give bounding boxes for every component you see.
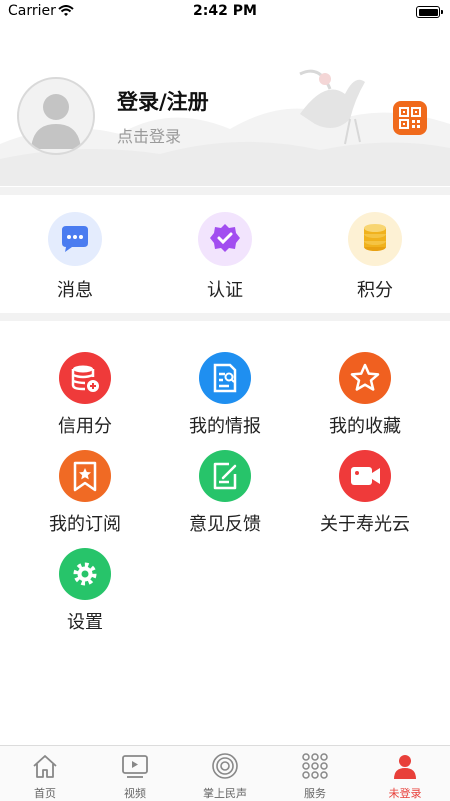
bookmark-star-icon [59, 450, 111, 502]
login-subtitle[interactable]: 点击登录 [117, 123, 181, 147]
video-camera-icon [339, 450, 391, 502]
video-play-icon [122, 755, 148, 778]
grid-item-label: 我的收藏 [329, 416, 401, 437]
grid-item-label: 设置 [67, 612, 103, 633]
user-placeholder-icon [31, 94, 81, 149]
quick-action-label: 认证 [207, 280, 243, 301]
status-time: 2:42 PM [193, 3, 257, 19]
login-title[interactable]: 登录/注册 [117, 86, 209, 116]
star-icon [339, 352, 391, 404]
profile-header[interactable]: 登录/注册 点击登录 [0, 24, 450, 186]
edit-note-icon [199, 450, 251, 502]
database-icon [59, 352, 111, 404]
tab-label: 首页 [34, 787, 56, 800]
tab-label: 视频 [124, 787, 146, 800]
avatar[interactable] [17, 77, 95, 155]
signal-eye-icon [212, 753, 238, 779]
battery-icon [416, 6, 443, 18]
tab-bar: 首页 视频 掌上民声 服务 未登录 [0, 745, 450, 801]
quick-action-verify[interactable]: 认证 [165, 212, 285, 302]
tab-home[interactable]: 首页 [0, 746, 90, 801]
home-icon [33, 755, 57, 778]
tab-label: 未登录 [388, 787, 422, 800]
coins-icon [348, 212, 402, 266]
grid-item-favorites[interactable]: 我的收藏 [295, 352, 435, 438]
tab-services[interactable]: 服务 [270, 746, 360, 801]
grid-item-my-intel[interactable]: 我的情报 [155, 352, 295, 438]
gear-icon [59, 548, 111, 600]
section-divider [0, 313, 450, 321]
grid-item-subscriptions[interactable]: 我的订阅 [15, 450, 155, 536]
grid-item-settings[interactable]: 设置 [15, 548, 155, 634]
grid-item-label: 我的情报 [189, 416, 261, 437]
tab-video[interactable]: 视频 [90, 746, 180, 801]
user-icon [394, 755, 416, 779]
chat-bubble-icon [48, 212, 102, 266]
qr-code-button[interactable] [393, 101, 427, 135]
quick-action-label: 积分 [357, 280, 393, 301]
qr-code-icon [399, 107, 421, 129]
tab-profile[interactable]: 未登录 [360, 746, 450, 801]
quick-action-label: 消息 [57, 280, 93, 301]
grid-item-feedback[interactable]: 意见反馈 [155, 450, 295, 536]
tab-label: 服务 [304, 787, 326, 800]
status-bar: Carrier 2:42 PM [0, 0, 450, 24]
document-search-icon [199, 352, 251, 404]
grid-item-label: 信用分 [58, 416, 112, 437]
grid-item-label: 关于寿光云 [320, 514, 410, 535]
grid-dots-icon [302, 753, 328, 779]
verified-badge-icon [198, 212, 252, 266]
grid-item-label: 意见反馈 [189, 514, 261, 535]
tab-label: 掌上民声 [203, 787, 247, 800]
tab-public-voice[interactable]: 掌上民声 [180, 746, 270, 801]
quick-action-points[interactable]: 积分 [315, 212, 435, 302]
grid-item-credit-score[interactable]: 信用分 [15, 352, 155, 438]
quick-action-messages[interactable]: 消息 [15, 212, 135, 302]
grid-item-about[interactable]: 关于寿光云 [295, 450, 435, 536]
grid-item-label: 我的订阅 [49, 514, 121, 535]
section-divider [0, 187, 450, 195]
